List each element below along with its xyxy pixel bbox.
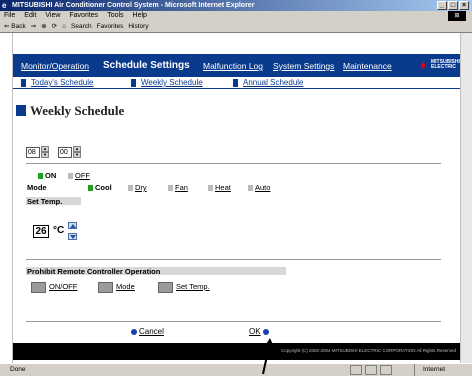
menu-help[interactable]: Help: [133, 11, 147, 21]
mode-dry-option[interactable]: Dry: [128, 183, 147, 192]
prohibit-onoff-option[interactable]: ON/OFF: [31, 282, 77, 293]
arrow-up-icon: [70, 224, 76, 228]
menu-bar: File Edit View Favorites Tools Help ⊞: [0, 11, 472, 21]
prohibit-mode-option[interactable]: Mode: [98, 282, 135, 293]
window-controls: _ □ ×: [437, 1, 469, 10]
browser-toolbar: ⇐ Back ⇒ ⊗ ⟳ ⌂ Search Favorites History: [0, 21, 472, 33]
power-on-option[interactable]: ON: [38, 171, 56, 180]
mode-fan-option[interactable]: Fan: [168, 183, 188, 192]
hour-field[interactable]: 08: [26, 147, 40, 158]
prohibit-settemp-option[interactable]: Set Temp.: [158, 282, 210, 293]
ok-button[interactable]: OK: [249, 327, 261, 336]
logo-text: MITSUBISHI ELECTRIC: [431, 59, 460, 70]
prohibit-label: Prohibit Remote Controller Operation: [27, 267, 161, 276]
history-button[interactable]: History: [128, 21, 148, 32]
cancel-button[interactable]: Cancel: [139, 327, 164, 336]
nav-system-settings[interactable]: System Settings: [273, 61, 334, 71]
power-off-option[interactable]: OFF: [68, 171, 90, 180]
temp-up-button[interactable]: [68, 222, 77, 229]
hour-spinner[interactable]: ▲ ▼: [41, 146, 49, 158]
window-title-bar: e MITSUBISHI Air Conditioner Control Sys…: [0, 0, 472, 11]
divider: [26, 321, 441, 322]
subnav-weekly-schedule[interactable]: Weekly Schedule: [131, 78, 203, 87]
search-button[interactable]: Search: [71, 21, 92, 32]
subnav-todays-schedule[interactable]: Today's Schedule: [21, 78, 93, 87]
nav-monitor-operation[interactable]: Monitor/Operation: [21, 61, 89, 71]
menu-view[interactable]: View: [45, 11, 60, 21]
hour-down-icon[interactable]: ▼: [41, 152, 49, 158]
status-pane: [380, 365, 392, 375]
mitsubishi-diamonds-icon: ♦: [420, 58, 427, 72]
menu-file[interactable]: File: [4, 11, 15, 21]
cancel-dot-icon: [131, 329, 137, 335]
nav-schedule-settings: Schedule Settings: [103, 60, 190, 71]
ie-icon: e: [2, 1, 7, 10]
mode-cool-option[interactable]: Cool: [88, 183, 112, 192]
divider: [26, 163, 441, 164]
mouse-cursor-icon: [262, 338, 274, 375]
window-title: MITSUBISHI Air Conditioner Control Syste…: [12, 2, 255, 9]
minute-spinner[interactable]: ▲ ▼: [73, 146, 81, 158]
home-button[interactable]: ⌂: [62, 21, 66, 32]
vertical-scrollbar[interactable]: [460, 33, 472, 363]
main-nav: Monitor/Operation Schedule Settings Malf…: [13, 54, 460, 77]
page-title: Weekly Schedule: [16, 103, 124, 119]
nav-maintenance[interactable]: Maintenance: [343, 61, 392, 71]
subnav-annual-schedule[interactable]: Annual Schedule: [233, 78, 304, 87]
favorites-button[interactable]: Favorites: [97, 21, 124, 32]
menu-favorites[interactable]: Favorites: [69, 11, 98, 21]
menu-tools[interactable]: Tools: [107, 11, 123, 21]
mode-auto-option[interactable]: Auto: [248, 183, 270, 192]
close-button[interactable]: ×: [459, 1, 469, 10]
minute-field[interactable]: 00: [58, 147, 72, 158]
copyright-text: Copyright (C) 2002-2004 MITSUBISHI ELECT…: [281, 348, 456, 353]
mode-heat-option[interactable]: Heat: [208, 183, 231, 192]
page-footer: Copyright (C) 2002-2004 MITSUBISHI ELECT…: [13, 343, 460, 360]
sub-nav: Today's Schedule Weekly Schedule Annual …: [13, 77, 460, 89]
minute-down-icon[interactable]: ▼: [73, 152, 81, 158]
menu-edit[interactable]: Edit: [24, 11, 36, 21]
stop-button[interactable]: ⊗: [41, 21, 46, 32]
refresh-button[interactable]: ⟳: [52, 21, 57, 32]
set-temp-label: Set Temp.: [27, 197, 63, 206]
maximize-button[interactable]: □: [448, 1, 458, 10]
page-content: Monitor/Operation Schedule Settings Malf…: [13, 33, 460, 363]
nav-malfunction-log[interactable]: Malfunction Log: [203, 61, 263, 71]
temp-down-button[interactable]: [68, 233, 77, 240]
forward-button[interactable]: ⇒: [31, 21, 36, 32]
arrow-down-icon: [70, 235, 76, 239]
divider: [26, 259, 441, 260]
security-zone: Internet: [414, 364, 464, 376]
mode-label: Mode: [27, 183, 47, 192]
mitsubishi-logo: ♦ MITSUBISHI ELECTRIC: [420, 58, 460, 73]
status-text: Done: [10, 366, 26, 373]
minimize-button[interactable]: _: [437, 1, 447, 10]
left-frame: [0, 33, 13, 363]
set-temp-value: 26: [33, 225, 49, 238]
status-pane: [365, 365, 377, 375]
ok-dot-icon: [263, 329, 269, 335]
temp-unit: °C: [53, 225, 65, 236]
status-pane: [350, 365, 362, 375]
back-button[interactable]: ⇐ Back: [4, 21, 26, 32]
windows-logo-icon: ⊞: [448, 11, 466, 21]
status-bar: Done Internet: [0, 363, 472, 376]
